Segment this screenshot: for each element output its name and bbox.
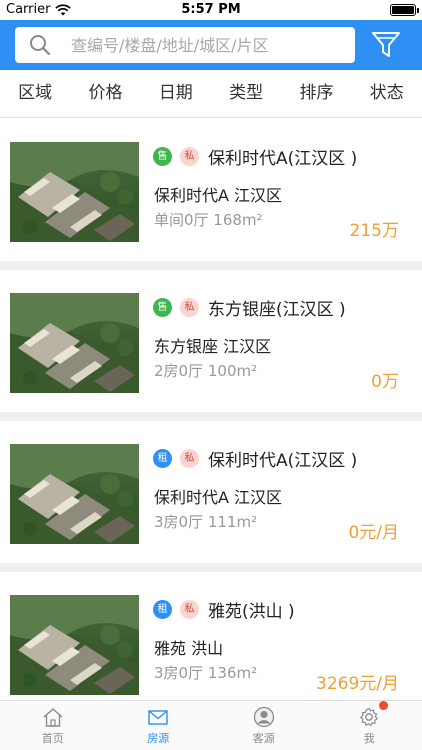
tab-clients[interactable]: 客源 xyxy=(211,701,317,750)
tab-me[interactable]: 我 xyxy=(317,701,422,750)
property-address: 保利时代A 江汉区 xyxy=(154,488,283,507)
tab-home-label: 首页 xyxy=(41,732,64,745)
tab-listings-label: 房源 xyxy=(147,732,170,745)
sale-tag: 售 xyxy=(153,147,172,166)
property-title: 东方银座(江汉区 ) xyxy=(208,300,346,320)
filter-date[interactable]: 日期 xyxy=(141,70,211,117)
property-list: 售 私 保利时代A(江汉区 ) 保利时代A 江汉区 单间0厅 168m² 215… xyxy=(0,119,422,700)
filter-area[interactable]: 区域 xyxy=(0,70,70,117)
property-price: 0元/月 xyxy=(348,523,399,543)
property-title: 保利时代A(江汉区 ) xyxy=(208,451,358,471)
property-thumbnail xyxy=(10,595,139,695)
property-thumbnail xyxy=(10,444,139,544)
property-detail: 2房0厅 100m² xyxy=(154,362,258,380)
search-box[interactable] xyxy=(15,27,355,63)
gear-icon xyxy=(360,707,379,727)
sale-tag: 售 xyxy=(153,298,172,317)
tag-group: 租 私 xyxy=(153,449,207,468)
property-detail: 3房0厅 111m² xyxy=(154,513,258,531)
tab-home[interactable]: 首页 xyxy=(0,701,106,750)
property-price: 0万 xyxy=(371,372,399,392)
status-bar: Carrier 5:57 PM xyxy=(0,0,422,20)
home-icon xyxy=(43,708,63,727)
filter-price[interactable]: 价格 xyxy=(70,70,140,117)
property-thumbnail xyxy=(10,293,139,393)
private-tag: 私 xyxy=(180,147,199,166)
search-icon xyxy=(30,35,51,56)
property-card[interactable]: 租 私 雅苑(洪山 ) 雅苑 洪山 3房0厅 136m² 3269元/月 xyxy=(0,572,422,700)
tag-group: 售 私 xyxy=(153,298,207,317)
rent-tag: 租 xyxy=(153,449,172,468)
mail-icon xyxy=(148,710,168,725)
search-header xyxy=(0,20,422,70)
user-icon xyxy=(253,706,274,728)
rent-tag: 租 xyxy=(153,600,172,619)
property-detail: 3房0厅 136m² xyxy=(154,664,258,682)
filter-icon[interactable] xyxy=(371,30,401,60)
tag-group: 售 私 xyxy=(153,147,207,166)
property-title: 雅苑(洪山 ) xyxy=(208,602,295,622)
notification-dot xyxy=(378,701,388,710)
property-price: 3269元/月 xyxy=(316,674,399,694)
tab-me-label: 我 xyxy=(363,732,375,745)
filter-sort[interactable]: 排序 xyxy=(281,70,351,117)
property-card[interactable]: 售 私 东方银座(江汉区 ) 东方银座 江汉区 2房0厅 100m² 0万 xyxy=(0,270,422,421)
tag-group: 租 私 xyxy=(153,600,207,619)
property-address: 保利时代A 江汉区 xyxy=(154,186,283,205)
property-address: 雅苑 洪山 xyxy=(154,639,224,658)
private-tag: 私 xyxy=(180,449,199,468)
filter-status[interactable]: 状态 xyxy=(352,70,422,117)
property-title: 保利时代A(江汉区 ) xyxy=(208,149,358,169)
property-price: 215万 xyxy=(349,221,399,241)
tab-clients-label: 客源 xyxy=(252,732,275,745)
filter-type[interactable]: 类型 xyxy=(211,70,281,117)
tab-listings[interactable]: 房源 xyxy=(106,701,212,750)
property-card[interactable]: 售 私 保利时代A(江汉区 ) 保利时代A 江汉区 单间0厅 168m² 215… xyxy=(0,119,422,270)
property-address: 东方银座 江汉区 xyxy=(154,337,272,356)
property-thumbnail xyxy=(10,142,139,242)
private-tag: 私 xyxy=(180,298,199,317)
property-detail: 单间0厅 168m² xyxy=(154,211,263,229)
battery-icon xyxy=(390,4,419,16)
property-card[interactable]: 租 私 保利时代A(江汉区 ) 保利时代A 江汉区 3房0厅 111m² 0元/… xyxy=(0,421,422,572)
clock: 5:57 PM xyxy=(181,2,241,17)
tab-bar: 首页 房源 客源 我 xyxy=(0,700,422,750)
filter-tabs: 区域 价格 日期 类型 排序 状态 xyxy=(0,70,422,118)
private-tag: 私 xyxy=(180,600,199,619)
search-input[interactable] xyxy=(71,27,341,63)
